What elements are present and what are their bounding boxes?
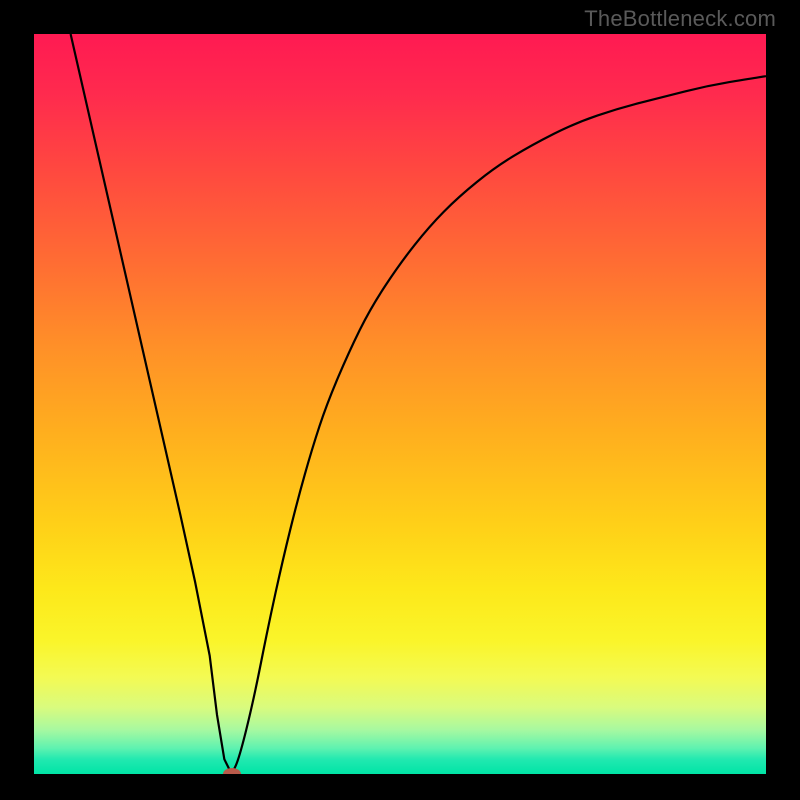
optimum-marker xyxy=(223,768,241,774)
curve-path xyxy=(71,34,766,774)
plot-area xyxy=(34,34,766,774)
watermark-text: TheBottleneck.com xyxy=(584,6,776,32)
bottleneck-curve xyxy=(34,34,766,774)
chart-frame: TheBottleneck.com xyxy=(0,0,800,800)
